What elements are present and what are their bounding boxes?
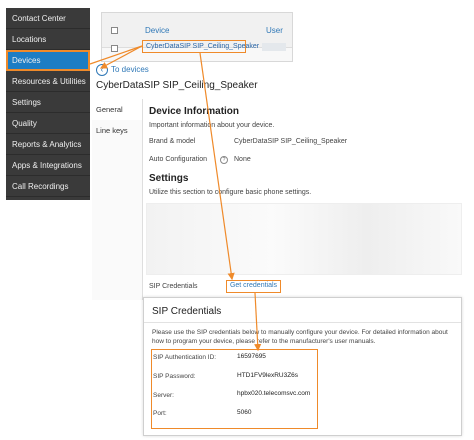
annotation-arrows [89,45,262,352]
arrow-link-to-credentials [199,52,235,281]
arrow-credentials-to-dialog [254,292,262,352]
arrow-link-to-back [99,45,143,69]
arrow-devices-to-link [89,45,143,65]
